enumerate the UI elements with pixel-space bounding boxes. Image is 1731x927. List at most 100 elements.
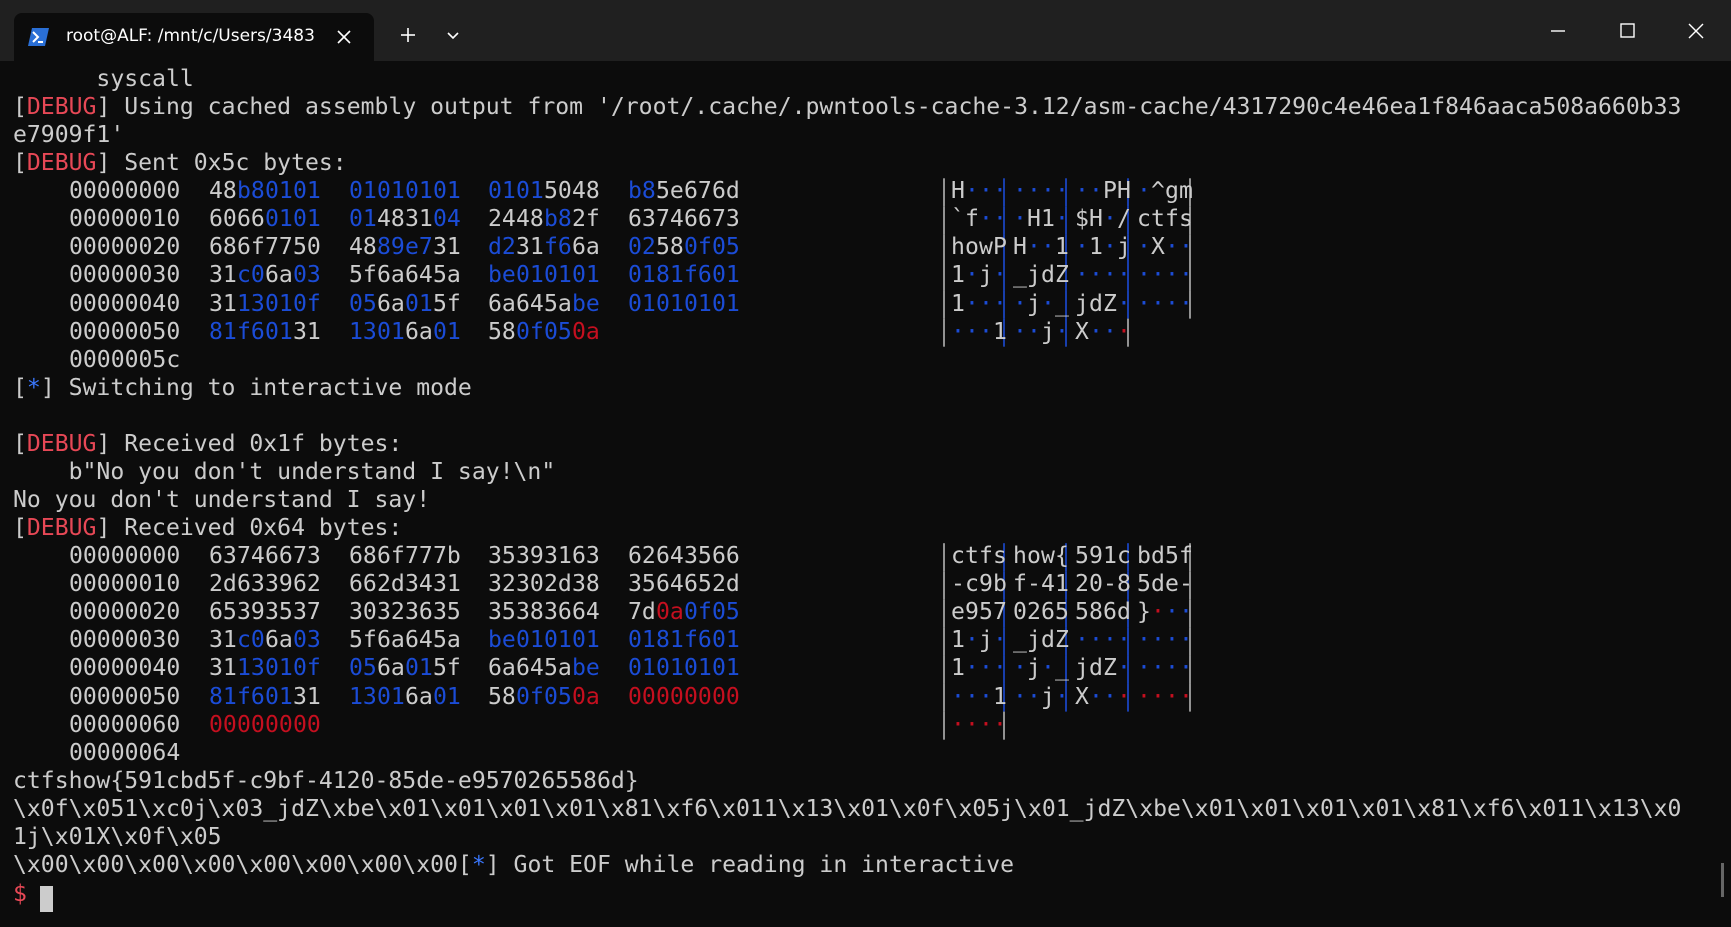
hex-byte: 01 [433, 683, 461, 710]
ascii-char: · [1179, 627, 1193, 654]
terminal-line: [DEBUG] Using cached assembly output fro… [13, 93, 1681, 121]
close-window-icon[interactable] [1666, 8, 1726, 54]
hex-byte: b8 [237, 178, 265, 205]
hex-byte: 37 [293, 599, 321, 626]
hex-byte: 01 [265, 683, 293, 710]
hex-byte: 01 [265, 318, 293, 345]
hexdump-offset: 00000060 [69, 711, 181, 738]
hex-byte: 01 [516, 627, 544, 654]
hex-byte: c0 [237, 262, 265, 289]
hexdump-offset: 0000005c [69, 346, 181, 373]
hex-byte: 74 [656, 206, 684, 233]
hex-byte: 63 [209, 543, 237, 570]
hex-byte: 6a [377, 262, 405, 289]
hex-byte: 01 [628, 262, 656, 289]
ascii-char: · [965, 262, 979, 289]
ascii-char: X [1151, 234, 1165, 261]
ascii-char: · [1075, 627, 1089, 654]
ascii-char: 9 [965, 599, 979, 626]
hex-byte: 6a [377, 655, 405, 682]
ascii-char: · [1013, 178, 1027, 205]
ascii-char: j [1027, 290, 1041, 317]
hex-byte: 35 [684, 543, 712, 570]
hex-byte: 31 [405, 206, 433, 233]
ascii-char: · [993, 206, 1007, 233]
ascii-char: 1 [1041, 206, 1055, 233]
debug-tag: DEBUG [26, 94, 97, 121]
ascii-char: t [1151, 206, 1165, 233]
terminal-tab[interactable]: root@ALF: /mnt/c/Users/3483 [14, 13, 374, 61]
ascii-char: · [1103, 234, 1117, 261]
maximize-icon[interactable] [1597, 8, 1657, 54]
minimize-icon[interactable] [1528, 8, 1588, 54]
ascii-char: h [951, 234, 965, 261]
ascii-char: f [1179, 543, 1193, 570]
line-text: b"No you don't understand I say!\n" [13, 458, 556, 485]
ascii-char: 5 [1055, 599, 1069, 626]
ascii-char: _ [1055, 290, 1069, 317]
line-text: 1j\x01X\x0f\x05 [13, 823, 222, 850]
chevron-down-icon[interactable] [440, 22, 466, 48]
plus-icon[interactable] [395, 22, 421, 48]
hex-byte: 2d [377, 571, 405, 598]
ascii-char: j [1027, 627, 1041, 654]
hex-byte: f6 [544, 234, 572, 261]
ascii-char: 6 [1041, 599, 1055, 626]
line-text: No you don't understand I say! [13, 487, 431, 514]
hex-byte: 00 [293, 711, 321, 738]
ascii-char: · [979, 290, 993, 317]
ascii-char: · [1137, 262, 1151, 289]
hex-byte: 05 [712, 234, 740, 261]
ascii-char: s [1179, 206, 1193, 233]
ascii-char: · [1089, 262, 1103, 289]
close-tab-icon[interactable] [332, 25, 356, 49]
ascii-char: · [1137, 627, 1151, 654]
ascii-char: · [993, 262, 1007, 289]
ascii-char: · [965, 178, 979, 205]
ascii-char: w [1041, 543, 1055, 570]
hex-byte: 58 [656, 234, 684, 261]
hex-byte: 31 [209, 627, 237, 654]
ascii-char: d [1117, 599, 1131, 626]
ascii-char: H [951, 178, 965, 205]
hex-byte: 7d [628, 599, 656, 626]
line-text: ] Got EOF while reading in interactive [485, 851, 1015, 878]
hex-byte: 02 [628, 234, 656, 261]
ascii-char: · [979, 318, 993, 345]
hex-byte: 7b [433, 543, 461, 570]
ascii-char: j [1075, 655, 1089, 682]
ascii-char: s [993, 543, 1007, 570]
ascii-char: · [1165, 655, 1179, 682]
hexdump-offset: 00000020 [69, 599, 181, 626]
ascii-char: · [1151, 683, 1165, 710]
hex-byte: 38 [516, 599, 544, 626]
hex-byte: 5a [544, 655, 572, 682]
ascii-char: · [965, 627, 979, 654]
hex-byte: 5f [349, 262, 377, 289]
hex-byte: 6a [572, 234, 600, 261]
line-text: [ [13, 430, 27, 457]
terminal-output[interactable]: syscall [DEBUG] Using cached assembly out… [0, 61, 1731, 927]
text-cursor[interactable] [40, 886, 53, 912]
hex-byte: 35 [433, 599, 461, 626]
hex-byte: 6a [265, 627, 293, 654]
title-bar: root@ALF: /mnt/c/Users/3483 [0, 0, 1731, 61]
hex-byte: 73 [293, 543, 321, 570]
ascii-char: · [1179, 683, 1193, 710]
hexdump-offset: 00000050 [69, 683, 181, 710]
hex-byte: b8 [544, 206, 572, 233]
ascii-char: o [1027, 543, 1041, 570]
hex-byte: 0a [656, 599, 684, 626]
ascii-char: · [1041, 655, 1055, 682]
ascii-char: 2 [1075, 571, 1089, 598]
line-text: [ [13, 374, 27, 401]
ascii-char: · [1075, 234, 1089, 261]
line-text: [ [13, 515, 27, 542]
line-text: \x0f\x051\xc0j\x03_jdZ\xbe\x01\x01\x01\x… [13, 795, 1682, 822]
scrollbar[interactable] [1721, 863, 1724, 897]
hex-byte: 58 [488, 318, 516, 345]
ascii-char: ^ [1151, 178, 1165, 205]
ascii-char: 5 [979, 599, 993, 626]
line-text: ] Received 0x1f bytes: [96, 430, 403, 457]
hex-byte: f6 [684, 262, 712, 289]
